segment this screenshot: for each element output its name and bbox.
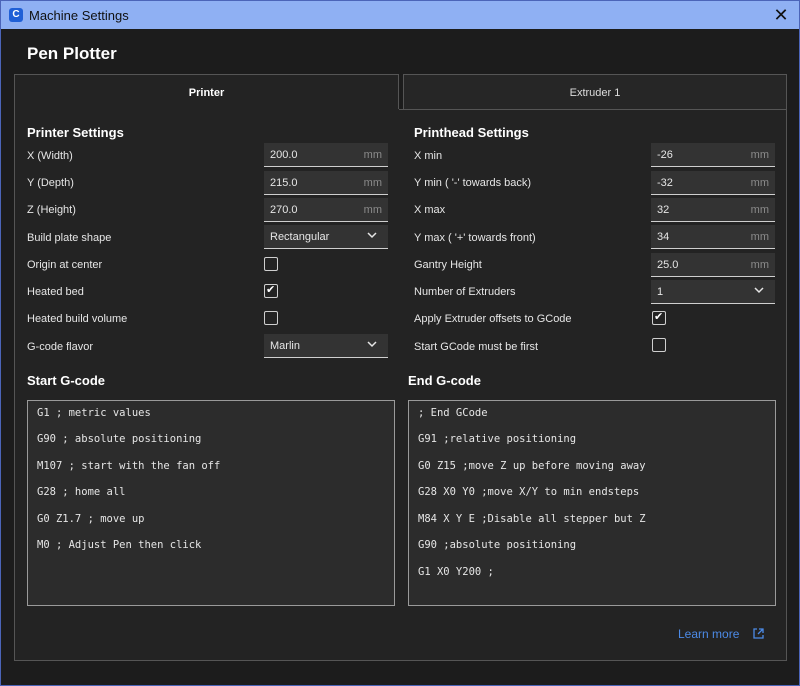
y-min-unit: mm xyxy=(750,177,769,189)
x-width-unit: mm xyxy=(363,149,382,161)
panel-divider xyxy=(399,109,787,110)
y-min-value: -32 xyxy=(657,177,673,189)
y-depth-value: 215.0 xyxy=(270,177,298,189)
end-gcode-title: End G-code xyxy=(408,373,481,388)
apply-extruder-offsets-label: Apply Extruder offsets to GCode xyxy=(414,313,572,325)
apply-extruder-offsets-checkbox[interactable]: ✔ xyxy=(652,311,666,325)
build-plate-shape-label: Build plate shape xyxy=(27,232,112,244)
z-height-unit: mm xyxy=(363,204,382,216)
y-min-label: Y min ( '-' towards back) xyxy=(414,177,532,189)
code-line: G90 ;absolute positioning xyxy=(418,539,577,551)
chevron-down-icon xyxy=(366,229,378,244)
code-line: G90 ; absolute positioning xyxy=(37,433,202,445)
x-max-label: X max xyxy=(414,204,446,216)
code-line: G28 X0 Y0 ;move X/Y to min endsteps xyxy=(418,486,640,498)
tab-extruder-1[interactable]: Extruder 1 xyxy=(403,74,787,110)
code-line: G28 ; home all xyxy=(37,486,126,498)
machine-name-heading: Pen Plotter xyxy=(27,44,117,63)
gantry-height-value: 25.0 xyxy=(657,259,679,271)
y-max-label: Y max ( '+' towards front) xyxy=(414,232,536,244)
y-depth-label: Y (Depth) xyxy=(27,177,74,189)
number-of-extruders-select[interactable]: 1 xyxy=(651,280,775,304)
z-height-value: 270.0 xyxy=(270,204,298,216)
code-line: G0 Z1.7 ; move up xyxy=(37,513,145,525)
code-line: M84 X Y E ;Disable all stepper but Z xyxy=(418,513,646,525)
y-depth-unit: mm xyxy=(363,177,382,189)
y-max-value: 34 xyxy=(657,231,670,243)
code-line: M0 ; Adjust Pen then click xyxy=(37,539,202,551)
origin-at-center-checkbox[interactable] xyxy=(264,257,278,271)
x-max-field[interactable]: 32 mm xyxy=(651,198,775,222)
check-icon: ✔ xyxy=(654,311,664,323)
heated-bed-checkbox[interactable]: ✔ xyxy=(264,284,278,298)
end-gcode-editor[interactable]: ; End GCode G91 ;relative positioning G0… xyxy=(408,400,776,606)
y-max-field[interactable]: 34 mm xyxy=(651,225,775,249)
code-line: G1 ; metric values xyxy=(37,407,151,419)
gantry-height-field[interactable]: 25.0 mm xyxy=(651,253,775,277)
build-plate-shape-select[interactable]: Rectangular xyxy=(264,225,388,249)
start-gcode-title: Start G-code xyxy=(27,373,106,388)
x-width-field[interactable]: 200.0 mm xyxy=(264,143,388,167)
printhead-settings-title: Printhead Settings xyxy=(414,125,529,140)
window-title: Machine Settings xyxy=(29,8,129,23)
x-min-label: X min xyxy=(414,150,443,162)
close-icon: ✕ xyxy=(773,5,789,25)
y-max-unit: mm xyxy=(750,231,769,243)
code-line: M107 ; start with the fan off xyxy=(37,460,221,472)
gcode-flavor-select[interactable]: Marlin xyxy=(264,334,388,358)
gcode-flavor-value: Marlin xyxy=(270,340,300,352)
x-max-value: 32 xyxy=(657,204,670,216)
z-height-field[interactable]: 270.0 mm xyxy=(264,198,388,222)
machine-settings-window: C Machine Settings ✕ Pen Plotter Printer… xyxy=(0,0,800,686)
tab-printer[interactable]: Printer xyxy=(14,74,399,110)
x-width-label: X (Width) xyxy=(27,150,73,162)
start-gcode-editor[interactable]: G1 ; metric values G90 ; absolute positi… xyxy=(27,400,395,606)
start-gcode-first-checkbox[interactable] xyxy=(652,338,666,352)
x-min-value: -26 xyxy=(657,149,673,161)
gantry-height-unit: mm xyxy=(750,259,769,271)
x-width-value: 200.0 xyxy=(270,149,298,161)
code-line: ; End GCode xyxy=(418,407,488,419)
x-max-unit: mm xyxy=(750,204,769,216)
build-plate-shape-value: Rectangular xyxy=(270,231,330,243)
external-link-icon xyxy=(753,628,764,642)
heated-build-volume-checkbox[interactable] xyxy=(264,311,278,325)
heated-bed-label: Heated bed xyxy=(27,286,84,298)
heated-build-volume-label: Heated build volume xyxy=(27,313,128,325)
code-line: G91 ;relative positioning xyxy=(418,433,577,445)
origin-at-center-label: Origin at center xyxy=(27,259,103,271)
z-height-label: Z (Height) xyxy=(27,204,76,216)
x-min-unit: mm xyxy=(750,149,769,161)
printer-settings-title: Printer Settings xyxy=(27,125,124,140)
gcode-flavor-label: G-code flavor xyxy=(27,341,94,353)
chevron-down-icon xyxy=(753,284,765,299)
learn-more-link[interactable]: Learn more xyxy=(678,627,739,641)
number-of-extruders-value: 1 xyxy=(657,286,664,298)
number-of-extruders-label: Number of Extruders xyxy=(414,286,516,298)
x-min-field[interactable]: -26 mm xyxy=(651,143,775,167)
code-line: G0 Z15 ;move Z up before moving away xyxy=(418,460,646,472)
gantry-height-label: Gantry Height xyxy=(414,259,482,271)
app-icon: C xyxy=(9,8,23,22)
title-bar: C Machine Settings ✕ xyxy=(1,1,799,29)
chevron-down-icon xyxy=(366,338,378,353)
y-depth-field[interactable]: 215.0 mm xyxy=(264,171,388,195)
check-icon: ✔ xyxy=(266,284,276,296)
code-line: G1 X0 Y200 ; xyxy=(418,566,494,578)
close-button[interactable]: ✕ xyxy=(769,3,793,27)
start-gcode-first-label: Start GCode must be first xyxy=(414,341,539,353)
y-min-field[interactable]: -32 mm xyxy=(651,171,775,195)
